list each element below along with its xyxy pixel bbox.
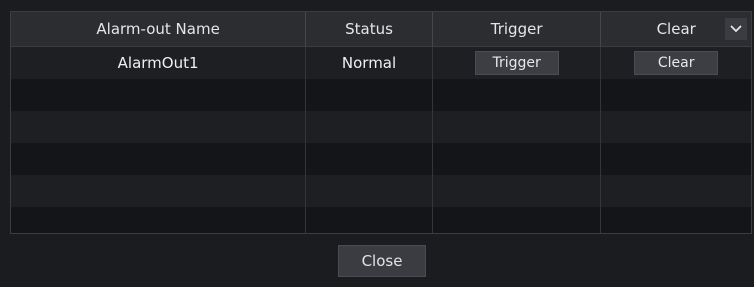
empty-cell [306, 175, 433, 207]
empty-cell [306, 143, 433, 175]
empty-cell [306, 111, 433, 143]
empty-cell [601, 111, 751, 143]
empty-cell [11, 143, 307, 175]
empty-cell [433, 111, 602, 143]
column-header-status[interactable]: Status [306, 12, 433, 46]
clear-button[interactable]: Clear [634, 51, 719, 75]
trigger-button[interactable]: Trigger [474, 51, 559, 75]
column-header-clear[interactable]: Clear [601, 12, 751, 46]
table-row-empty [11, 207, 751, 233]
empty-cell [433, 175, 602, 207]
column-header-clear-label: Clear [656, 20, 696, 38]
empty-cell [601, 175, 751, 207]
table-row-empty [11, 79, 751, 111]
dialog-footer: Close [0, 234, 754, 287]
empty-cell [601, 79, 751, 111]
empty-cell [433, 79, 602, 111]
trigger-cell: Trigger [433, 47, 602, 79]
alarm-out-table: Alarm-out Name Status Trigger Clear Alar… [10, 11, 752, 234]
empty-cell [601, 143, 751, 175]
alarm-out-name-cell: AlarmOut1 [11, 47, 307, 79]
empty-cell [11, 175, 307, 207]
table-row-empty [11, 175, 751, 207]
empty-cell [306, 207, 433, 233]
chevron-down-icon [730, 25, 742, 33]
table-row-empty [11, 111, 751, 143]
column-header-trigger[interactable]: Trigger [433, 12, 602, 46]
empty-cell [11, 111, 307, 143]
alarm-out-dialog: Alarm-out Name Status Trigger Clear Alar… [0, 0, 754, 287]
column-dropdown-button[interactable] [725, 18, 747, 40]
clear-cell: Clear [601, 47, 751, 79]
empty-cell [433, 207, 602, 233]
column-header-alarm-out-name[interactable]: Alarm-out Name [11, 12, 307, 46]
table-header: Alarm-out Name Status Trigger Clear [11, 12, 751, 47]
close-button[interactable]: Close [338, 245, 426, 277]
table-row: AlarmOut1 Normal Trigger Clear [11, 47, 751, 79]
empty-cell [433, 143, 602, 175]
empty-cell [306, 79, 433, 111]
empty-cell [11, 79, 307, 111]
table-row-empty [11, 143, 751, 175]
empty-cell [601, 207, 751, 233]
status-cell: Normal [306, 47, 433, 79]
empty-cell [11, 207, 307, 233]
